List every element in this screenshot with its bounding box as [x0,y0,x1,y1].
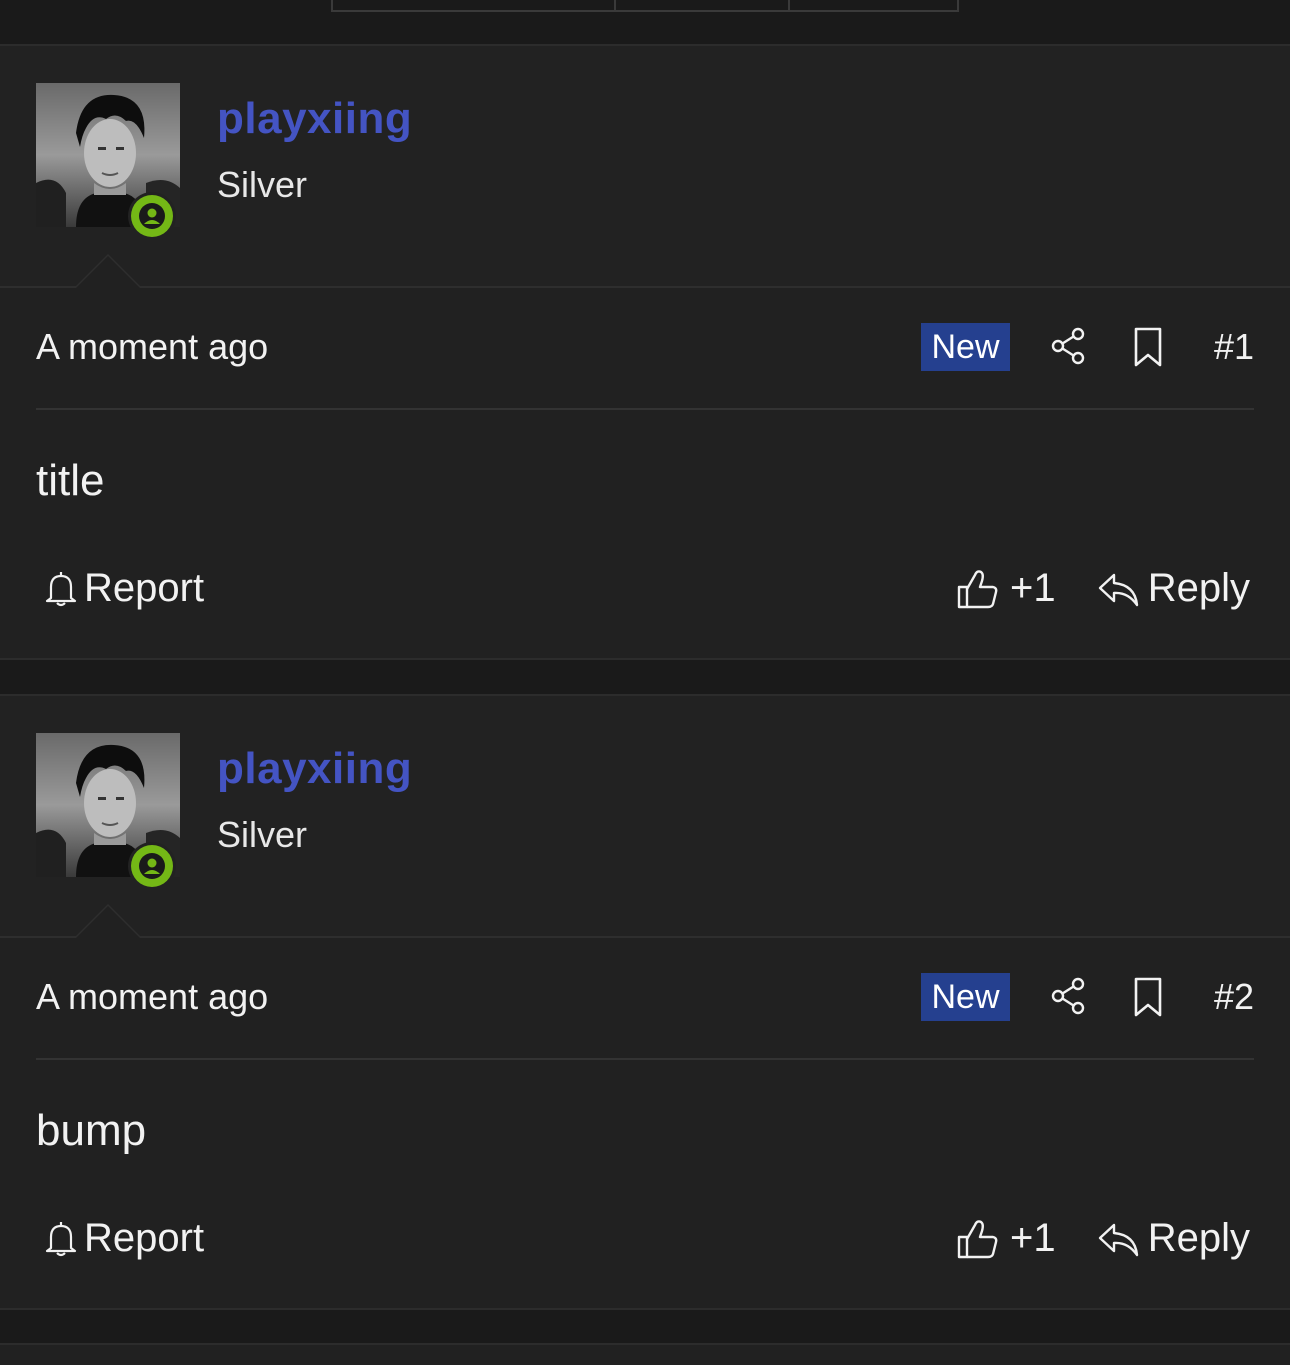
header-pointer [74,254,142,288]
author-username[interactable]: playxiing [217,94,412,144]
bookmark-icon[interactable] [1131,326,1165,368]
user-online-icon [131,845,173,887]
post-timestamp: A moment ago [36,326,269,367]
avatar[interactable] [36,733,180,890]
reply-button[interactable]: Reply [1096,566,1250,611]
like-button[interactable]: +1 [956,1216,1056,1261]
post-timestamp: A moment ago [36,976,269,1017]
post-actions: Report +1 Reply [36,566,1250,626]
author-rank: Silver [217,814,308,855]
report-label: Report [84,1216,205,1260]
top-tab-1[interactable] [333,0,616,10]
like-count: +1 [1010,1216,1056,1260]
top-tab-2[interactable] [616,0,790,10]
forum-thread-page: playxiing Silver A moment ago New #1 tit… [0,0,1290,1365]
thumbs-up-icon [956,567,1000,611]
post-1: playxiing Silver A moment ago New #1 tit… [0,44,1290,660]
new-badge: New [921,323,1010,371]
avatar[interactable] [36,83,180,240]
reply-button[interactable]: Reply [1096,1216,1250,1261]
author-rank: Silver [217,164,308,205]
top-tab-strip [331,0,959,12]
post-author-header: playxiing Silver [0,696,1290,938]
report-button[interactable]: Report [44,1216,204,1261]
post-actions: Report +1 Reply [36,1216,1250,1276]
online-status-badge [128,192,176,240]
author-username[interactable]: playxiing [217,744,412,794]
post-number-link[interactable]: #2 [1214,976,1254,1018]
post-content: title [36,456,105,505]
bookmark-icon[interactable] [1131,976,1165,1018]
reply-icon [1096,569,1140,609]
reply-icon [1096,1219,1140,1259]
report-label: Report [84,566,205,610]
share-icon[interactable] [1048,976,1088,1016]
next-post-edge [0,1343,1290,1365]
post-2: playxiing Silver A moment ago New #2 bum… [0,694,1290,1310]
post-meta-row: A moment ago New #1 [36,288,1254,410]
bell-icon [44,1220,78,1258]
online-status-badge [128,842,176,890]
like-button[interactable]: +1 [956,566,1056,611]
post-author-header: playxiing Silver [0,46,1290,288]
new-badge: New [921,973,1010,1021]
top-tab-3[interactable] [790,0,961,10]
header-pointer [74,904,142,938]
share-icon[interactable] [1048,326,1088,366]
report-button[interactable]: Report [44,566,204,611]
reply-label: Reply [1147,566,1250,610]
like-count: +1 [1010,566,1056,610]
post-content: bump [36,1106,147,1155]
user-online-icon [131,195,173,237]
reply-label: Reply [1147,1216,1250,1260]
post-meta-row: A moment ago New #2 [36,938,1254,1060]
thumbs-up-icon [956,1217,1000,1261]
bell-icon [44,570,78,608]
post-number-link[interactable]: #1 [1214,326,1254,368]
